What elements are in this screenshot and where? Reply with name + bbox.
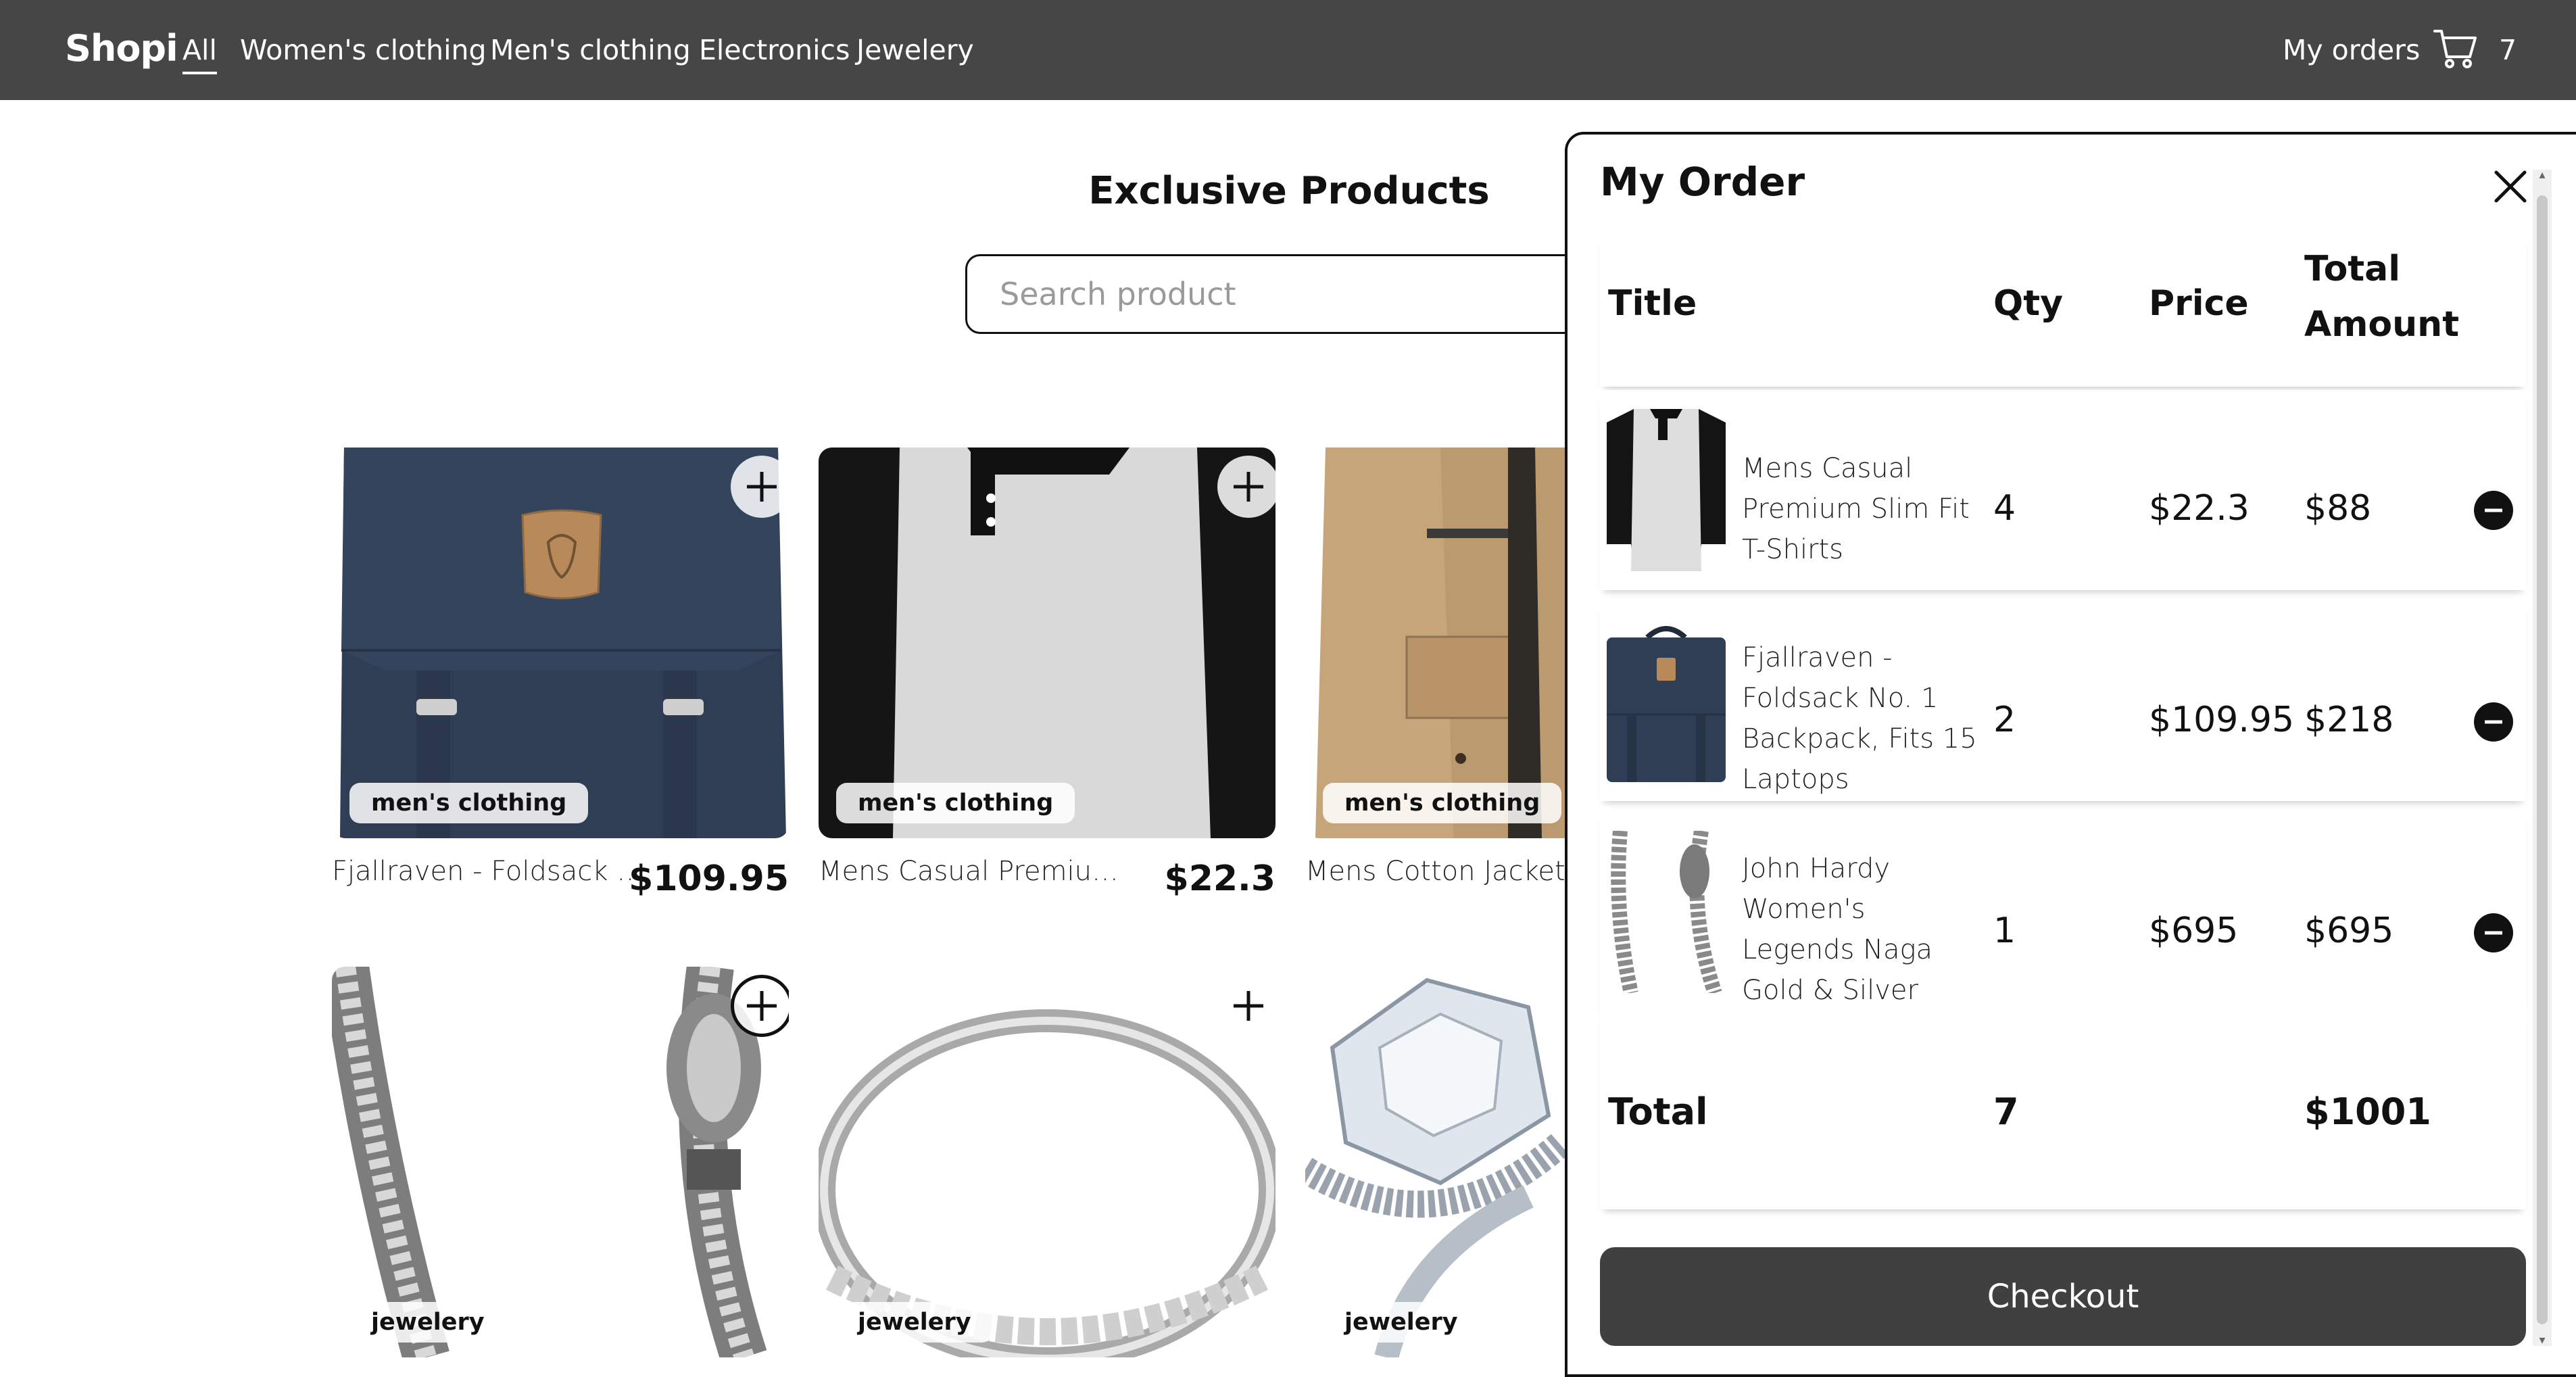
product-title: Fjallraven - Foldsack No. 1... xyxy=(332,856,656,887)
product-card[interactable]: men's clothing Fjallraven - Foldsack No.… xyxy=(332,448,789,911)
order-total-row: Total 7 $1001 xyxy=(1600,1011,2526,1209)
item-title: Mens Casual Premium Slim Fit T-Shirts xyxy=(1742,453,1970,565)
category-badge: jewelery xyxy=(349,1302,506,1343)
my-orders-link[interactable]: My orders xyxy=(2283,34,2420,66)
add-to-cart-button[interactable] xyxy=(1217,456,1275,518)
order-panel-title: My Order xyxy=(1600,159,1805,205)
nav-link-all[interactable]: All xyxy=(183,34,217,74)
minus-circle-icon[interactable] xyxy=(2473,913,2514,953)
product-card[interactable]: jewelery xyxy=(819,967,1275,1357)
add-to-cart-button[interactable] xyxy=(731,975,789,1037)
order-item-row: John Hardy Women's Legends Naga Gold & S… xyxy=(1600,812,2526,1046)
order-item-row: Fjallraven - Foldsack No. 1 Backpack, Fi… xyxy=(1600,601,2526,801)
item-price: $22.3 xyxy=(2149,488,2250,529)
nav-link-jewelery[interactable]: Jewelery xyxy=(856,34,974,66)
category-badge: jewelery xyxy=(836,1302,993,1343)
item-amount: $695 xyxy=(2304,911,2394,951)
shopping-cart-icon[interactable] xyxy=(2433,28,2478,69)
header-title: Title xyxy=(1608,283,1697,324)
nav-link-womens-clothing[interactable]: Women's clothing xyxy=(240,34,487,66)
item-amount: $218 xyxy=(2304,700,2394,740)
nav-link-electronics[interactable]: Electronics xyxy=(699,34,850,66)
item-amount: $88 xyxy=(2304,488,2372,529)
dragon-bracelet-image xyxy=(332,967,789,1357)
plus-circle-icon xyxy=(1234,991,1263,1021)
add-to-cart-button[interactable] xyxy=(731,456,789,518)
product-card[interactable]: men's clothing Mens Casual Premium Slim … xyxy=(819,448,1275,911)
item-title: Fjallraven - Foldsack No. 1 Backpack, Fi… xyxy=(1742,642,1977,795)
plus-circle-icon xyxy=(747,991,777,1021)
navy-backpack-thumbnail xyxy=(1607,620,1726,782)
header-price: Price xyxy=(2149,283,2249,324)
order-side-panel: My Order ▴ ▾ Title Qty Price Total Amoun… xyxy=(1565,132,2576,1377)
dragon-bracelet-thumbnail xyxy=(1607,831,1726,993)
header-total-amount: Total Amount xyxy=(2304,249,2460,345)
product-image[interactable]: jewelery xyxy=(819,967,1275,1357)
item-thumbnail xyxy=(1607,831,1726,993)
total-qty: 7 xyxy=(1993,1090,2019,1133)
item-qty: 4 xyxy=(1993,488,2016,529)
minus-circle-icon[interactable] xyxy=(2473,702,2514,742)
page-title: Exclusive Products xyxy=(1088,169,1490,213)
total-amount: $1001 xyxy=(2304,1090,2431,1133)
scroll-up-arrow-icon[interactable]: ▴ xyxy=(2535,168,2549,182)
plus-circle-icon xyxy=(1234,472,1263,502)
product-image[interactable]: jewelery xyxy=(332,967,789,1357)
item-price: $109.95 xyxy=(2149,700,2295,740)
cart-count: 7 xyxy=(2499,34,2517,66)
brand-logo[interactable]: Shopi xyxy=(65,27,178,70)
item-thumbnail xyxy=(1607,620,1726,782)
product-image[interactable]: men's clothing xyxy=(819,448,1275,838)
close-icon[interactable] xyxy=(2487,163,2534,210)
scrollbar-thumb[interactable] xyxy=(2537,195,2548,1324)
raglan-tshirt-image xyxy=(819,448,1275,838)
top-navbar: Shopi All Women's clothing Men's clothin… xyxy=(0,0,2576,100)
product-title: Mens Casual Premium Slim F... xyxy=(819,856,1143,887)
category-badge: men's clothing xyxy=(1323,783,1562,823)
scroll-down-arrow-icon[interactable]: ▾ xyxy=(2535,1334,2549,1347)
nav-link-mens-clothing[interactable]: Men's clothing xyxy=(490,34,691,66)
minus-circle-icon[interactable] xyxy=(2473,490,2514,531)
plus-circle-icon xyxy=(747,472,777,502)
product-price: $109.95 xyxy=(629,859,789,899)
category-badge: men's clothing xyxy=(836,783,1075,823)
raglan-tshirt-thumbnail xyxy=(1607,409,1726,571)
order-item-row: Mens Casual Premium Slim Fit T-Shirts 4 … xyxy=(1600,390,2526,590)
header-qty: Qty xyxy=(1993,283,2063,324)
item-thumbnail xyxy=(1607,409,1726,571)
item-qty: 2 xyxy=(1993,700,2016,740)
category-badge: men's clothing xyxy=(349,783,589,823)
item-qty: 1 xyxy=(1993,911,2016,951)
checkout-button[interactable]: Checkout xyxy=(1600,1247,2526,1346)
category-badge: jewelery xyxy=(1323,1302,1480,1343)
product-price: $22.3 xyxy=(1164,859,1275,899)
silver-bangle-image xyxy=(819,967,1275,1357)
total-label: Total xyxy=(1608,1090,1708,1133)
product-image[interactable]: men's clothing xyxy=(332,448,789,838)
item-price: $695 xyxy=(2149,911,2239,951)
order-table-header: Title Qty Price Total Amount xyxy=(1600,235,2526,387)
product-card[interactable]: jewelery xyxy=(332,967,789,1357)
navy-backpack-image xyxy=(332,448,789,838)
add-to-cart-button[interactable] xyxy=(1217,975,1275,1037)
search-input[interactable] xyxy=(965,254,1641,334)
